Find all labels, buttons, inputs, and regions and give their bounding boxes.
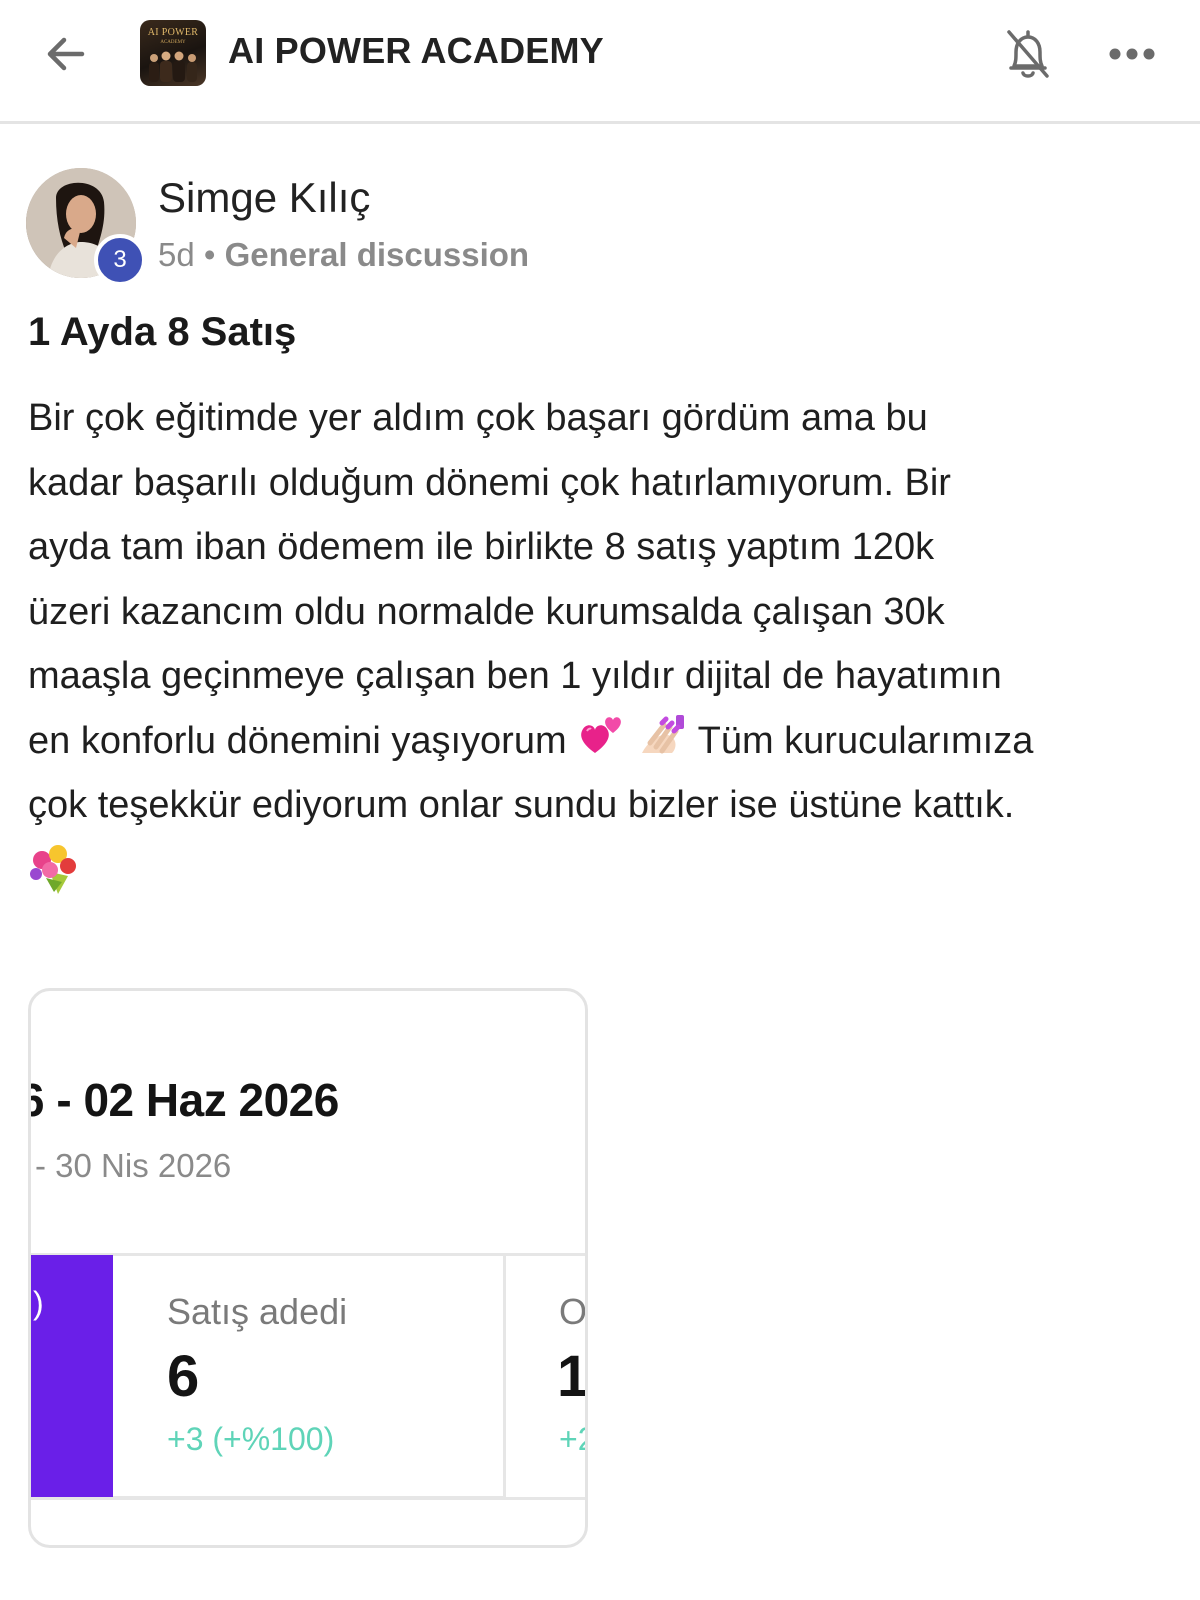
next-metric-label: O [559, 1291, 588, 1332]
post-body-line: Bir çok eğitimde yer aldım çok başarı gö… [28, 397, 928, 439]
post-body-line: en konforlu dönemini yaşıyorum Tüm kuruc… [28, 709, 1178, 774]
notifications-button[interactable] [1000, 26, 1056, 82]
post-time: 5d [158, 236, 195, 273]
back-button[interactable] [38, 26, 94, 82]
divider [31, 1497, 585, 1500]
post-body-line: çok teşekkür ediyorum onlar sundu bizler… [28, 784, 1015, 826]
post-meta: 5d • General discussion [158, 236, 529, 274]
post-body-text: en konforlu dönemini yaşıyorum [28, 719, 567, 762]
post-title: 1 Ayda 8 Satış [28, 310, 297, 354]
post-body-line: kadar başarılı olduğum dönemi çok hatırl… [28, 461, 951, 504]
next-metric-change: +2 [559, 1421, 585, 1457]
bouquet-emoji [30, 845, 76, 894]
logo-subtext: ACADEMY [160, 40, 186, 45]
post-category[interactable]: General discussion [225, 236, 529, 273]
post-body-line: maaşla geçinmeye çalışan ben 1 yıldır di… [28, 655, 1002, 697]
bell-off-icon [1007, 30, 1049, 78]
more-horizontal-icon [1109, 48, 1155, 60]
post-body: Bir çok eğitimde yer aldım çok başarı gö… [28, 386, 1178, 838]
post-attachment-image[interactable]: 6 - 02 Haz 2026 - 30 Nis 2026 ) Satış ad… [28, 988, 588, 1548]
meta-separator: • [203, 236, 216, 273]
two-hearts-emoji [581, 716, 622, 753]
more-options-button[interactable] [1104, 30, 1160, 78]
group-logo[interactable]: AI POWER ACADEMY [140, 20, 206, 86]
logo-figures [149, 51, 197, 82]
top-bar: AI POWER ACADEMY AI POWER ACADEMY [0, 0, 1200, 124]
post-body-line: ayda tam iban ödemem ile birlikte 8 satı… [28, 526, 935, 568]
author-level-badge: 3 [94, 234, 146, 286]
post-body-line: üzeri kazancım oldu normalde kurumsalda … [28, 590, 945, 633]
purple-metric-tile: ) [31, 1255, 113, 1499]
date-range: 6 - 02 Haz 2026 [28, 1074, 339, 1126]
next-metric-value: 1 [557, 1344, 588, 1409]
metric-label: Satış adedi [167, 1291, 348, 1332]
cut-off-text: ) [33, 1285, 44, 1321]
post-body-text: Tüm kurucularımıza [697, 719, 1034, 762]
arrow-left-icon [47, 37, 85, 71]
logo-text: AI POWER [147, 27, 199, 38]
compare-range: - 30 Nis 2026 [35, 1147, 232, 1184]
metric-change: +3 (+%100) [167, 1421, 335, 1457]
author-name[interactable]: Simge Kılıç [158, 174, 370, 222]
group-title[interactable]: AI POWER ACADEMY [228, 30, 604, 72]
nail-polish-emoji [641, 714, 684, 753]
metric-value: 6 [167, 1344, 200, 1409]
